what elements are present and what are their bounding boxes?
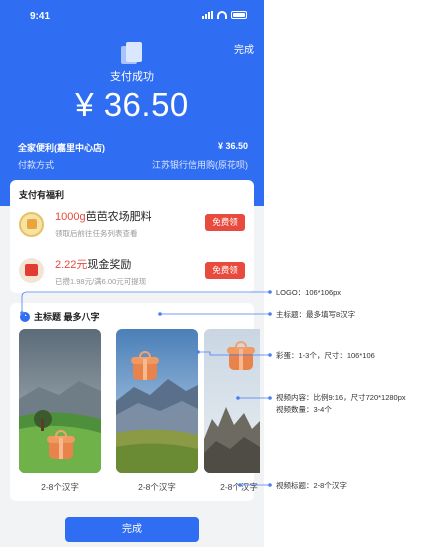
annotation-main-title: 主标题：最多填写8汉字 [276,310,356,319]
annotation-video-count: 视频数量：3-4个 [276,405,332,414]
annotation-video-content: 视频内容：比例9:16，尺寸720*1280px [276,393,406,402]
annotation-easter-egg: 彩蛋：1-3个，尺寸：106*106 [276,351,375,360]
annotation-lines [20,290,272,487]
annotation-logo: LOGO：106*106px [276,288,342,297]
annotation-video-title: 视频标题：2-8个汉字 [276,481,347,490]
